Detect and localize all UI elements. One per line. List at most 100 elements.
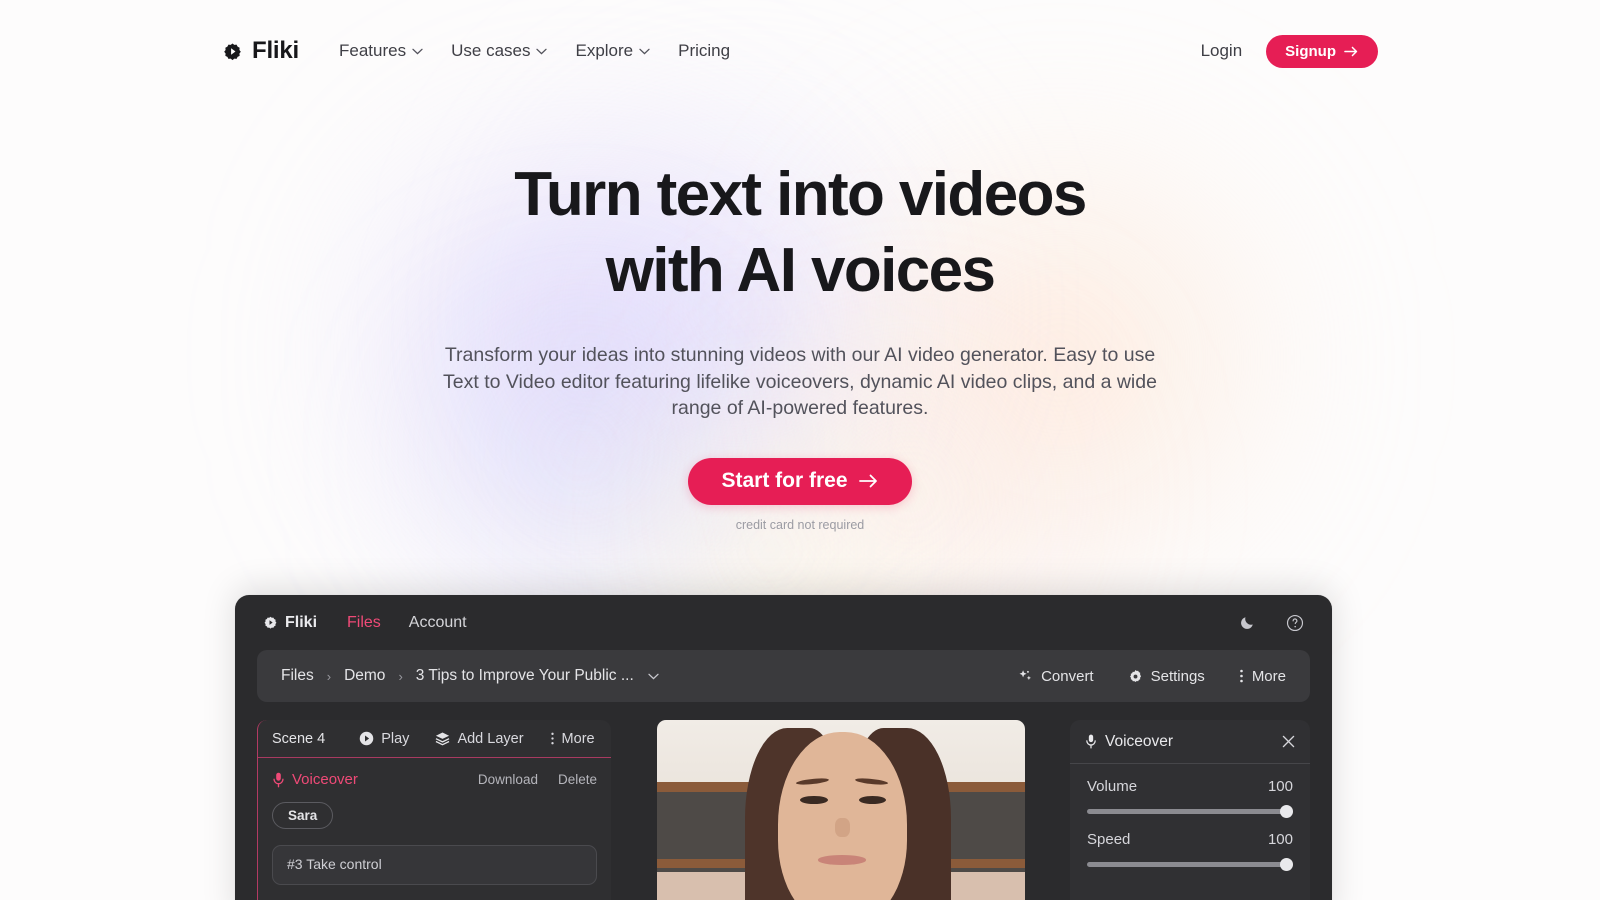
cta-label: Start for free — [721, 469, 848, 493]
more-label: More — [1251, 667, 1286, 685]
question-circle-icon[interactable] — [1286, 614, 1304, 632]
video-preview[interactable] — [656, 720, 1025, 900]
layers-icon — [436, 732, 450, 746]
speed-slider-track — [1087, 862, 1293, 867]
play-circle-icon — [359, 731, 374, 746]
breadcrumb: Files › Demo › 3 Tips to Improve Your Pu… — [257, 650, 1310, 702]
voiceover-settings-panel: Voiceover Volume 100 Speed 100 — [1070, 720, 1310, 900]
scene-more-label: More — [561, 730, 595, 747]
voice-chip-sara[interactable]: Sara — [272, 802, 334, 829]
app-topbar-actions — [1239, 614, 1304, 632]
dots-vertical-icon — [550, 732, 554, 745]
volume-control: Volume 100 — [1070, 764, 1310, 818]
volume-slider[interactable] — [1087, 805, 1293, 818]
nav-links: Features Use cases Explore Pricing — [339, 41, 730, 61]
volume-value: 100 — [1267, 778, 1293, 795]
chevron-down-icon — [536, 48, 548, 54]
moon-icon[interactable] — [1239, 614, 1256, 631]
login-link[interactable]: Login — [1201, 41, 1243, 61]
nav-item-label: Use cases — [451, 41, 531, 60]
chevron-down-icon[interactable] — [648, 673, 659, 680]
breadcrumb-item-demo[interactable]: Demo — [344, 667, 385, 685]
app-brand-logo[interactable]: Fliki — [263, 614, 317, 632]
hero-subtitle: Transform your ideas into stunning video… — [443, 344, 1157, 420]
breadcrumb-separator: › — [326, 668, 332, 684]
scene-play-button[interactable]: Play — [359, 731, 409, 747]
cta-note: credit card not required — [735, 517, 865, 532]
convert-label: Convert — [1041, 667, 1094, 685]
fliki-gear-play-logo-icon — [264, 616, 277, 629]
nav-item-features[interactable]: Features — [339, 41, 423, 61]
hero-title-line2: with AI voices — [605, 236, 996, 305]
app-preview-window: Fliki Files Account Files › Demo › 3 Tip… — [235, 595, 1332, 900]
close-icon[interactable] — [1282, 735, 1295, 748]
gear-icon — [1129, 669, 1141, 682]
more-button[interactable]: More — [1239, 668, 1286, 685]
hero-cta-wrapper: Start for free credit card not required — [0, 457, 1600, 532]
scene-add-layer-label: Add Layer — [457, 730, 524, 747]
brand-logo-link[interactable]: Fliki — [222, 37, 299, 65]
chevron-down-icon — [639, 48, 650, 54]
download-link[interactable]: Download — [478, 772, 538, 787]
app-tab-files[interactable]: Files — [347, 614, 381, 632]
settings-label: Settings — [1150, 667, 1205, 685]
brand-name: Fliki — [252, 37, 300, 64]
nav-item-label: Features — [339, 41, 407, 60]
breadcrumb-actions: Convert Settings More — [1018, 668, 1286, 685]
convert-button[interactable]: Convert — [1018, 668, 1094, 685]
signup-button[interactable]: Signup — [1266, 34, 1378, 68]
nav-item-use-cases[interactable]: Use cases — [451, 41, 548, 61]
volume-row: Volume 100 — [1087, 778, 1293, 795]
scene-voiceover-actions: Download Delete — [478, 772, 597, 787]
speed-value: 100 — [1267, 831, 1293, 848]
app-body: Scene 4 Play Add Layer More Voiceover Do… — [235, 702, 1332, 900]
landing-page: Fliki Features Use cases Explore Pricing… — [0, 0, 1600, 900]
scene-title: Scene 4 — [272, 730, 326, 747]
delete-link[interactable]: Delete — [558, 772, 597, 787]
app-brand-name: Fliki — [285, 613, 318, 631]
speed-slider[interactable] — [1087, 858, 1293, 871]
breadcrumb-separator: › — [398, 668, 403, 684]
app-topbar: Fliki Files Account — [235, 595, 1332, 650]
scene-play-label: Play — [381, 730, 410, 747]
speed-slider-knob[interactable] — [1280, 858, 1293, 871]
nav-actions: Login Signup — [1201, 34, 1378, 68]
voiceover-panel-title-group: Voiceover — [1085, 733, 1173, 751]
speed-control: Speed 100 — [1070, 817, 1310, 871]
start-for-free-button[interactable]: Start for free — [688, 457, 912, 505]
hero-title-line1: Turn text into videos — [514, 160, 1087, 229]
volume-slider-knob[interactable] — [1280, 805, 1293, 818]
top-navigation-bar: Fliki Features Use cases Explore Pricing… — [0, 0, 1600, 102]
scene-voiceover-row: Voiceover Download Delete — [258, 758, 611, 788]
volume-label: Volume — [1087, 778, 1138, 795]
scene-add-layer-button[interactable]: Add Layer — [435, 730, 524, 747]
app-tab-account[interactable]: Account — [409, 614, 467, 632]
nav-item-pricing[interactable]: Pricing — [678, 41, 730, 61]
hero-section: Turn text into videos with AI voices Tra… — [0, 102, 1600, 532]
nav-item-explore[interactable]: Explore — [575, 41, 650, 61]
breadcrumb-item-files[interactable]: Files — [281, 667, 314, 685]
scene-script-input[interactable]: #3 Take control — [272, 845, 597, 885]
scene-panel: Scene 4 Play Add Layer More Voiceover Do… — [257, 720, 611, 900]
scene-voiceover-label-group: Voiceover — [272, 771, 358, 788]
microphone-icon — [273, 772, 284, 787]
settings-button[interactable]: Settings — [1128, 668, 1205, 685]
voiceover-panel-header: Voiceover — [1070, 720, 1310, 764]
nav-item-label: Pricing — [678, 41, 731, 60]
scene-more-button[interactable]: More — [550, 731, 595, 747]
scene-header: Scene 4 Play Add Layer More — [258, 720, 611, 758]
nav-item-label: Explore — [575, 41, 634, 60]
voiceover-panel-title: Voiceover — [1105, 732, 1174, 750]
microphone-icon — [1086, 734, 1096, 749]
dots-vertical-icon — [1240, 669, 1243, 683]
volume-slider-track — [1087, 809, 1293, 814]
breadcrumb-item-current-file[interactable]: 3 Tips to Improve Your Public ... — [416, 667, 634, 685]
preview-column — [629, 720, 1052, 900]
video-preview-frame — [656, 720, 1025, 900]
scene-voiceover-label: Voiceover — [292, 771, 358, 788]
fliki-gear-play-logo-icon — [224, 42, 241, 60]
speed-row: Speed 100 — [1087, 831, 1293, 848]
signup-button-label: Signup — [1285, 42, 1336, 60]
speed-label: Speed — [1087, 831, 1131, 848]
page-title: Turn text into videos with AI voices — [0, 164, 1600, 302]
